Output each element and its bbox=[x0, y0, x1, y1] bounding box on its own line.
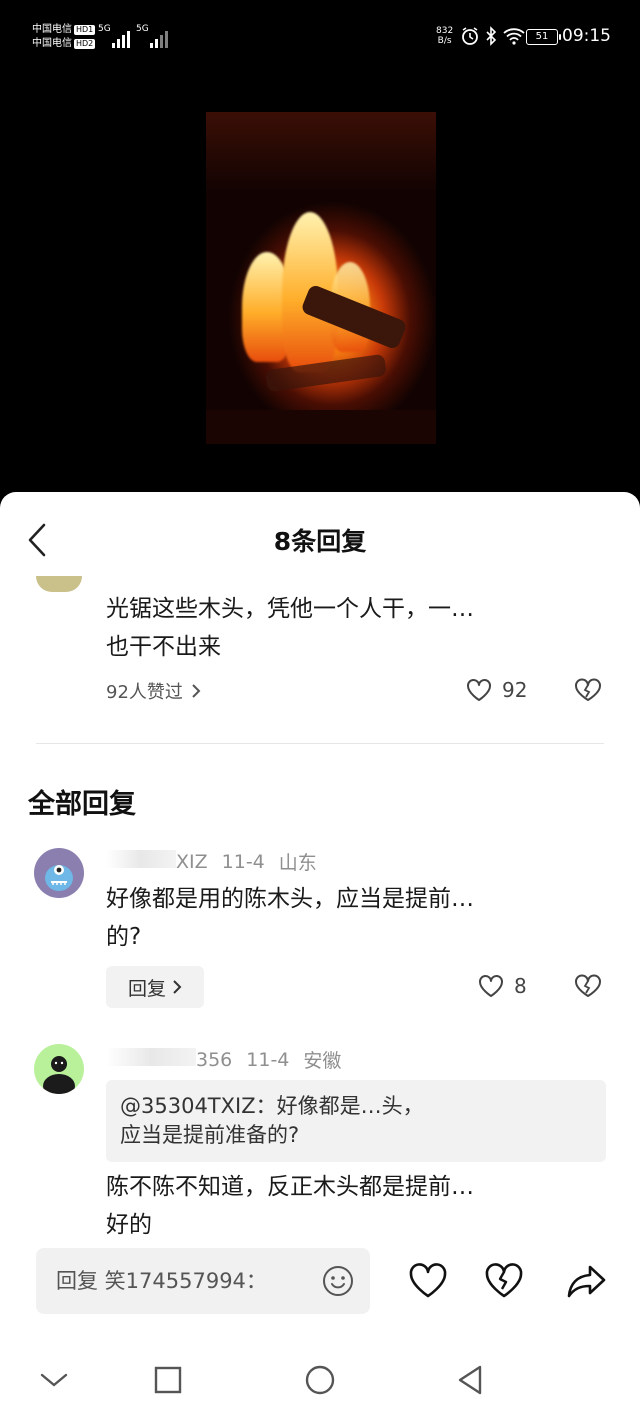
dislike-button[interactable] bbox=[574, 974, 602, 998]
person-avatar-icon bbox=[43, 1056, 75, 1094]
square-icon bbox=[154, 1366, 182, 1394]
heart-outline-icon bbox=[479, 975, 503, 997]
monster-avatar-icon bbox=[45, 865, 73, 891]
like-count: 92 bbox=[502, 678, 528, 702]
original-comment-line: 也干不出来 bbox=[106, 634, 221, 660]
carrier-1: 中国电信 HD1 bbox=[32, 24, 96, 36]
carrier-1-name: 中国电信 bbox=[32, 24, 72, 35]
reply-text-line: 的? bbox=[106, 924, 142, 950]
hd2-badge: HD2 bbox=[74, 39, 96, 49]
reply-button-label: 回复 bbox=[127, 977, 166, 1000]
username[interactable]: XIZ bbox=[106, 850, 208, 873]
nav-collapse-button[interactable] bbox=[34, 1360, 74, 1400]
battery-icon: 51 bbox=[526, 29, 561, 45]
broken-heart-icon bbox=[575, 974, 601, 997]
like-button[interactable]: 92 bbox=[466, 678, 527, 702]
likes-summary-link[interactable]: 92人赞过 bbox=[106, 678, 201, 704]
share-button[interactable] bbox=[566, 1262, 606, 1302]
like-button[interactable]: 8 bbox=[478, 974, 527, 998]
carrier-2: 中国电信 HD2 bbox=[32, 38, 96, 50]
reply-date: 11-4 bbox=[221, 850, 265, 873]
nav-back-button[interactable] bbox=[450, 1360, 490, 1400]
nav-home-button[interactable] bbox=[300, 1360, 340, 1400]
network-speed: 832 B/s bbox=[436, 26, 453, 46]
status-time: 09:15 bbox=[562, 26, 611, 46]
broken-heart-icon bbox=[485, 1263, 523, 1298]
chevron-right-icon bbox=[192, 684, 201, 698]
dislike-post-button[interactable] bbox=[484, 1262, 524, 1302]
avatar[interactable] bbox=[34, 848, 84, 898]
quoted-reply[interactable]: @35304TXIZ：好像都是…头， 应当是提前准备的? bbox=[106, 1080, 606, 1162]
quoted-reply-line: 应当是提前准备的? bbox=[120, 1123, 300, 1147]
blurred-username bbox=[106, 1048, 196, 1066]
likes-summary-label: 92人赞过 bbox=[106, 682, 183, 703]
like-post-button[interactable] bbox=[408, 1262, 448, 1302]
carrier-2-name: 中国电信 bbox=[32, 38, 72, 49]
section-title: 全部回复 bbox=[28, 789, 136, 820]
reply-text: 好像都是用的陈木头，应当是提前… 的? bbox=[106, 880, 586, 956]
reply-meta: XIZ 11-4 山东 bbox=[106, 848, 317, 875]
fireplace-hearth bbox=[206, 410, 436, 444]
chevron-right-icon bbox=[173, 980, 182, 994]
broken-heart-icon bbox=[575, 678, 601, 701]
share-arrow-icon bbox=[567, 1265, 606, 1298]
circle-icon bbox=[305, 1365, 335, 1395]
network-1-label: 5G bbox=[98, 24, 111, 34]
avatar[interactable] bbox=[34, 1044, 84, 1094]
username-suffix: XIZ bbox=[176, 851, 208, 873]
replies-sheet: 8条回复 光锯这些木头，凭他一个人干，一… 也干不出来 92人赞过 92 全部回… bbox=[0, 492, 640, 1422]
reply-location: 安徽 bbox=[303, 1050, 342, 1072]
reply-input-bar[interactable] bbox=[36, 1248, 370, 1314]
reply-text-line: 陈不陈不知道，反正木头都是提前… bbox=[106, 1174, 474, 1200]
fireplace-arch bbox=[206, 112, 436, 192]
status-bar: 中国电信 HD1 中国电信 HD2 5G 5G 832 B/s 51 09:15 bbox=[0, 0, 640, 72]
status-icons bbox=[460, 26, 526, 46]
bluetooth-icon bbox=[486, 26, 497, 46]
blurred-username bbox=[106, 850, 176, 868]
username-suffix: 356 bbox=[196, 1049, 233, 1071]
dislike-button[interactable] bbox=[574, 678, 602, 702]
alarm-icon bbox=[462, 27, 478, 45]
reply-text-line: 好的 bbox=[106, 1212, 152, 1238]
system-nav-bar bbox=[0, 1344, 640, 1422]
divider bbox=[36, 743, 604, 744]
reply-date: 11-4 bbox=[246, 1048, 290, 1071]
avatar[interactable] bbox=[36, 576, 82, 592]
smiley-icon bbox=[323, 1266, 353, 1296]
hd1-badge: HD1 bbox=[74, 25, 96, 35]
emoji-button[interactable] bbox=[322, 1265, 354, 1297]
heart-outline-icon bbox=[409, 1263, 447, 1298]
quoted-reply-line: @35304TXIZ：好像都是…头， bbox=[120, 1094, 424, 1118]
triangle-back-icon bbox=[458, 1365, 482, 1395]
network-2-label: 5G bbox=[136, 24, 149, 34]
sheet-header: 8条回复 bbox=[0, 510, 640, 566]
reply-location: 山东 bbox=[278, 852, 317, 874]
original-comment-text: 光锯这些木头，凭他一个人干，一… 也干不出来 bbox=[106, 590, 586, 666]
sheet-title: 8条回复 bbox=[273, 527, 367, 556]
chevron-down-icon bbox=[40, 1373, 68, 1387]
network-speed-unit: B/s bbox=[437, 36, 452, 46]
fireplace-video-frame[interactable] bbox=[206, 112, 436, 444]
reply-meta: 356 11-4 安徽 bbox=[106, 1046, 341, 1073]
video-player[interactable] bbox=[0, 72, 640, 492]
reply-button[interactable]: 回复 bbox=[106, 966, 204, 1008]
reply-text: 陈不陈不知道，反正木头都是提前… 好的 bbox=[106, 1168, 586, 1244]
like-count: 8 bbox=[514, 974, 527, 998]
heart-outline-icon bbox=[467, 679, 491, 701]
battery-level: 51 bbox=[535, 31, 549, 42]
reply-input[interactable] bbox=[56, 1248, 316, 1314]
original-comment-line: 光锯这些木头，凭他一个人干，一… bbox=[106, 596, 474, 622]
network-speed-value: 832 bbox=[436, 26, 454, 36]
nav-recents-button[interactable] bbox=[148, 1360, 188, 1400]
username[interactable]: 356 bbox=[106, 1048, 232, 1071]
wifi-icon bbox=[503, 28, 525, 45]
reply-text-line: 好像都是用的陈木头，应当是提前… bbox=[106, 886, 474, 912]
